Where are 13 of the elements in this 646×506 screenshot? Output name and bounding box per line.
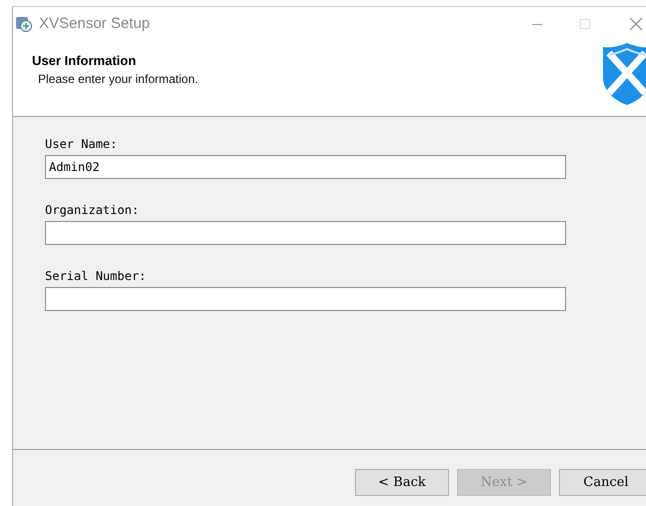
input-field[interactable] [45, 221, 566, 245]
window-title: XVSensor Setup [39, 15, 150, 32]
wizard-button[interactable]: < Back [355, 469, 449, 496]
field-label: Serial Number: [45, 269, 148, 283]
page-title: User Information [32, 53, 138, 68]
input-field[interactable] [45, 287, 566, 311]
field-label: User Name: [45, 137, 118, 151]
page-subtitle: Please enter your information. [38, 72, 198, 86]
field-label: Organization: [45, 203, 140, 217]
installer-icon [15, 14, 33, 32]
close-icon[interactable] [629, 16, 643, 30]
input-field[interactable]: Admin02 [45, 155, 566, 179]
wizard-button[interactable]: Cancel [559, 469, 646, 496]
